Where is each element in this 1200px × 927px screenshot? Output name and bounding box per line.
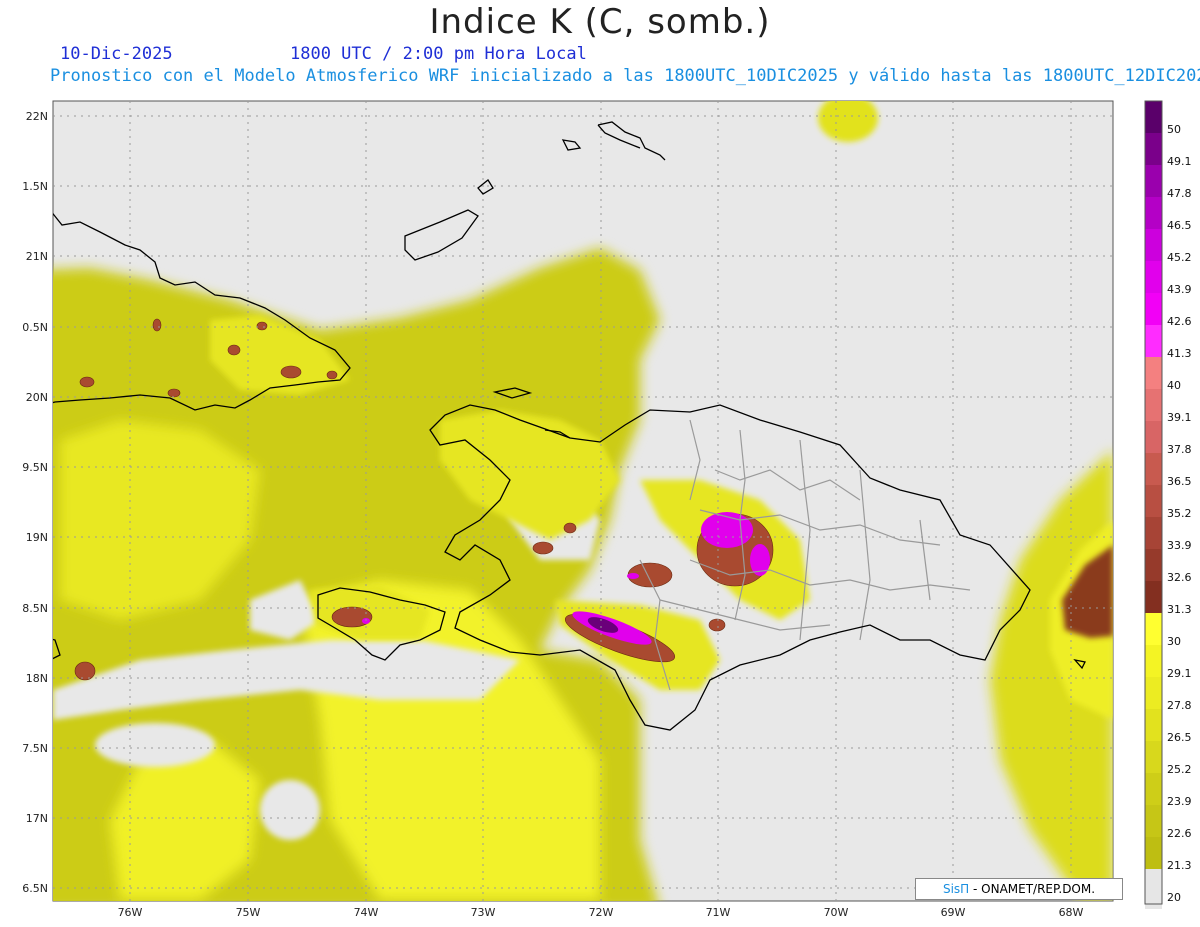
colorbar-label: 50 <box>1167 123 1181 136</box>
colorbar-swatch <box>1145 805 1162 837</box>
lat-label: 19N <box>26 531 48 544</box>
colorbar-label: 33.9 <box>1167 539 1192 552</box>
lon-label: 69W <box>941 906 966 919</box>
colorbar-swatch <box>1145 581 1162 613</box>
colorbar-swatch <box>1145 869 1162 909</box>
lon-axis: 76W 75W 74W 73W 72W 71W 70W 69W 68W <box>118 906 1084 919</box>
k-index-map: 22N 1.5N 21N 0.5N 20N 9.5N 19N 8.5N 18N … <box>22 100 1192 919</box>
colorbar-label: 45.2 <box>1167 251 1192 264</box>
colorbar-label: 46.5 <box>1167 219 1192 232</box>
field-gap-1 <box>95 723 215 767</box>
colorbar-label: 31.3 <box>1167 603 1192 616</box>
colorbar-label: 29.1 <box>1167 667 1192 680</box>
colorbar-label: 27.8 <box>1167 699 1192 712</box>
lat-label: 1.5N <box>22 180 48 193</box>
k-field-north <box>818 101 878 142</box>
lat-label: 8.5N <box>22 602 48 615</box>
colorbar-swatch <box>1145 389 1162 421</box>
colorbar-swatch <box>1145 453 1162 485</box>
lon-label: 70W <box>824 906 849 919</box>
colorbar-label: 42.6 <box>1167 315 1192 328</box>
credit-org: - ONAMET/REP.DOM. <box>969 882 1096 896</box>
colorbar-label: 26.5 <box>1167 731 1192 744</box>
colorbar-swatch <box>1145 133 1162 165</box>
lon-label: 74W <box>354 906 379 919</box>
colorbar-swatch <box>1145 517 1162 549</box>
colorbar-swatch <box>1145 709 1162 741</box>
colorbar-label: 30 <box>1167 635 1181 648</box>
colorbar-label: 41.3 <box>1167 347 1192 360</box>
lon-label: 73W <box>471 906 496 919</box>
colorbar-label: 37.8 <box>1167 443 1192 456</box>
lat-label: 9.5N <box>22 461 48 474</box>
colorbar: 50 49.1 47.8 46.5 45.2 43.9 42.6 41.3 40 39.1 37.8… <box>1144 100 1192 909</box>
colorbar-swatch <box>1145 293 1162 325</box>
colorbar-label: 32.6 <box>1167 571 1192 584</box>
lat-label: 18N <box>26 672 48 685</box>
colorbar-label: 22.6 <box>1167 827 1192 840</box>
colorbar-label: 40 <box>1167 379 1181 392</box>
colorbar-swatch <box>1145 261 1162 293</box>
credit-box: SisΠ - ONAMET/REP.DOM. <box>915 878 1123 900</box>
colorbar-swatch <box>1145 837 1162 869</box>
colorbar-label: 23.9 <box>1167 795 1192 808</box>
lat-label: 7.5N <box>22 742 48 755</box>
lon-label: 68W <box>1059 906 1084 919</box>
colorbar-swatch <box>1145 197 1162 229</box>
colorbar-swatch <box>1145 613 1162 645</box>
colorbar-label: 39.1 <box>1167 411 1192 424</box>
colorbar-swatch <box>1145 645 1162 677</box>
colorbar-swatch <box>1145 421 1162 453</box>
colorbar-swatch <box>1145 741 1162 773</box>
lat-label: 22N <box>26 110 48 123</box>
colorbar-swatch <box>1145 549 1162 581</box>
colorbar-label: 20 <box>1167 891 1181 904</box>
lat-label: 0.5N <box>22 321 48 334</box>
colorbar-label: 36.5 <box>1167 475 1192 488</box>
colorbar-label: 49.1 <box>1167 155 1192 168</box>
field-gap-2 <box>260 780 320 840</box>
colorbar-label: 47.8 <box>1167 187 1192 200</box>
colorbar-swatch <box>1145 229 1162 261</box>
lon-label: 71W <box>706 906 731 919</box>
lat-label: 17N <box>26 812 48 825</box>
credit-brand: SisΠ <box>942 882 970 896</box>
colorbar-swatch <box>1145 485 1162 517</box>
colorbar-label: 25.2 <box>1167 763 1192 776</box>
colorbar-label: 43.9 <box>1167 283 1192 296</box>
lat-label: 21N <box>26 250 48 263</box>
colorbar-swatch <box>1145 101 1162 133</box>
colorbar-swatch <box>1145 677 1162 709</box>
colorbar-swatch <box>1145 773 1162 805</box>
colorbar-swatch <box>1145 357 1162 389</box>
colorbar-swatch <box>1145 325 1162 357</box>
lat-label: 20N <box>26 391 48 404</box>
colorbar-swatch <box>1145 165 1162 197</box>
colorbar-label: 35.2 <box>1167 507 1192 520</box>
lon-label: 72W <box>589 906 614 919</box>
colorbar-label: 21.3 <box>1167 859 1192 872</box>
lon-label: 75W <box>236 906 261 919</box>
lat-label: 6.5N <box>22 882 48 895</box>
lon-label: 76W <box>118 906 143 919</box>
lat-axis: 22N 1.5N 21N 0.5N 20N 9.5N 19N 8.5N 18N … <box>22 110 48 895</box>
